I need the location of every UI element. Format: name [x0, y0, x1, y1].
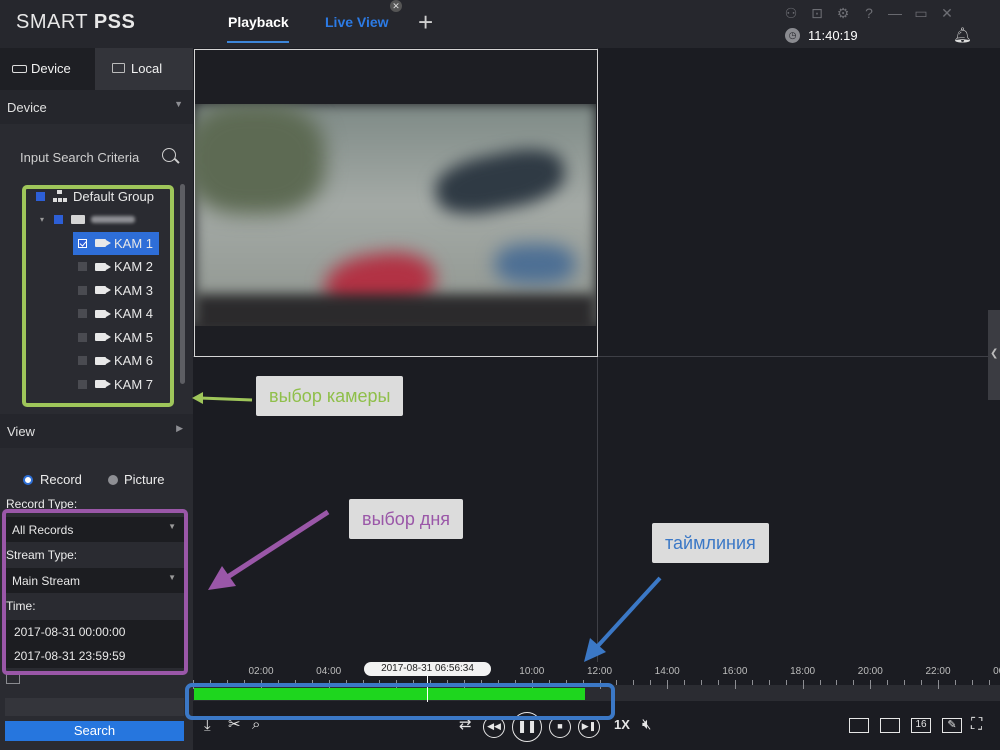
view-section-header[interactable]: View ▶ [0, 414, 193, 448]
record-radio[interactable] [23, 475, 33, 485]
timeline-tick [887, 680, 889, 685]
monitor-icon [112, 63, 125, 73]
timeline-tick [734, 680, 736, 689]
timeline-tick [836, 680, 838, 685]
timeline-tick [954, 680, 956, 685]
timeline-label: таймлиния [652, 523, 769, 563]
timeline-tick [684, 680, 686, 685]
active-tab-indicator [227, 41, 289, 43]
plus-icon[interactable]: + [418, 8, 433, 36]
minimize-icon[interactable]: — [886, 4, 904, 22]
clock-time: 11:40:19 [808, 28, 858, 43]
fullscreen-icon[interactable]: ⛶ [971, 716, 982, 734]
storage-icon [6, 674, 20, 684]
timeline-tick [701, 680, 703, 685]
timeline-tick [904, 680, 906, 685]
record-radio-label: Record [40, 472, 82, 487]
timeline-hour-label: 18:00 [790, 666, 816, 677]
video-blur-region [195, 104, 325, 214]
timeline-tick [870, 680, 872, 689]
left-panel-tabs: Device Local [0, 48, 193, 90]
timeline-tick [667, 680, 669, 689]
help-icon[interactable]: ? [860, 4, 878, 22]
app-logo: SMART PSS [16, 11, 136, 33]
timeline-hour-label: 00:00 [993, 666, 1000, 677]
day-select-highlight [2, 509, 188, 675]
close-icon[interactable]: ✕ [938, 4, 956, 22]
edit-icon[interactable]: ✎ [942, 718, 962, 733]
timeline-cursor-time: 2017-08-31 06:56:34 [364, 662, 491, 676]
device-section-label: Device [7, 100, 47, 115]
tab-playback[interactable]: Playback [228, 14, 289, 30]
top-bar: SMART PSS Playback Live View ✕ + ⚇ ⊡ ⚙ ?… [0, 0, 1000, 48]
timeline-hour-label: 20:00 [857, 666, 883, 677]
timeline-hour-label: 10:00 [519, 666, 545, 677]
side-panel-toggle[interactable]: ❮ [988, 310, 1000, 400]
timeline-tick [938, 680, 939, 689]
timeline-hour-label: 22:00 [925, 666, 951, 677]
video-blur-region [495, 244, 575, 284]
day-select-label: выбор дня [349, 499, 464, 539]
timeline-highlight [185, 683, 615, 720]
timeline-hour-label: 12:00 [586, 666, 613, 677]
timeline-tick [971, 680, 973, 685]
timeline-tick [802, 680, 804, 689]
timeline-hour-label: 16:00 [722, 666, 748, 677]
layout-9-icon[interactable] [880, 718, 900, 733]
playback-speed[interactable]: 1X [614, 717, 630, 732]
device-icon [12, 65, 27, 73]
timeline-tick [853, 680, 855, 685]
clock-icon: ◷ [785, 28, 800, 43]
timeline-tick [785, 680, 787, 685]
timeline-tick [616, 680, 618, 685]
chevron-right-icon: ▶ [176, 423, 183, 433]
camera-select-label: выбор камеры [256, 376, 404, 416]
tab-local[interactable]: Local [95, 48, 193, 90]
bell-icon[interactable]: 🔔︎ [953, 26, 972, 44]
window-controls: ⚇ ⊡ ⚙ ? — ▭ ✕ [782, 4, 956, 22]
view-section-label: View [7, 424, 35, 439]
lock-icon[interactable]: ⊡ [808, 4, 826, 22]
timeline-hour-label: 14:00 [654, 666, 680, 677]
layout-4-icon[interactable] [849, 718, 869, 733]
mute-icon[interactable]: 🔇︎ [642, 716, 651, 734]
user-icon[interactable]: ⚇ [782, 4, 800, 22]
tree-scrollbar[interactable] [180, 184, 185, 384]
picture-radio[interactable] [108, 475, 118, 485]
tab-device[interactable]: Device [0, 48, 95, 90]
video-blur-region [195, 294, 596, 326]
device-section-header[interactable]: Device ▼ [0, 90, 193, 124]
timeline-tick [988, 680, 990, 685]
search-icon[interactable] [162, 148, 176, 162]
timeline-tick [751, 680, 753, 685]
device-search [0, 140, 193, 174]
tab-live-view[interactable]: Live View [325, 14, 389, 30]
chevron-left-icon: ❮ [990, 348, 999, 359]
timeline-tick [819, 680, 821, 685]
close-tab-icon[interactable]: ✕ [390, 0, 402, 12]
camera-select-highlight [22, 185, 174, 407]
search-button[interactable]: Search [5, 721, 184, 741]
timeline-tick [768, 680, 770, 685]
timeline-hour-labels: 02:0004:0006:0008:0010:0012:0014:0016:00… [193, 666, 1000, 680]
timeline-hour-label: 02:00 [248, 666, 274, 677]
chevron-down-icon: ▼ [174, 99, 183, 109]
timeline-tick [650, 680, 652, 685]
maximize-icon[interactable]: ▭ [912, 4, 930, 22]
timeline-hour-label: 04:00 [316, 666, 342, 677]
picture-radio-label: Picture [124, 472, 165, 487]
search-input[interactable] [20, 148, 160, 166]
timeline-tick [921, 680, 923, 685]
tab-local-label: Local [131, 61, 163, 76]
tab-device-label: Device [31, 61, 71, 76]
timeline-tick [717, 680, 719, 685]
gear-icon[interactable]: ⚙ [834, 4, 852, 22]
camera-video-frame [195, 104, 596, 326]
timeline-tick [633, 680, 635, 685]
layout-16-icon[interactable]: 16 [911, 718, 931, 733]
search-options-bar [5, 698, 184, 716]
